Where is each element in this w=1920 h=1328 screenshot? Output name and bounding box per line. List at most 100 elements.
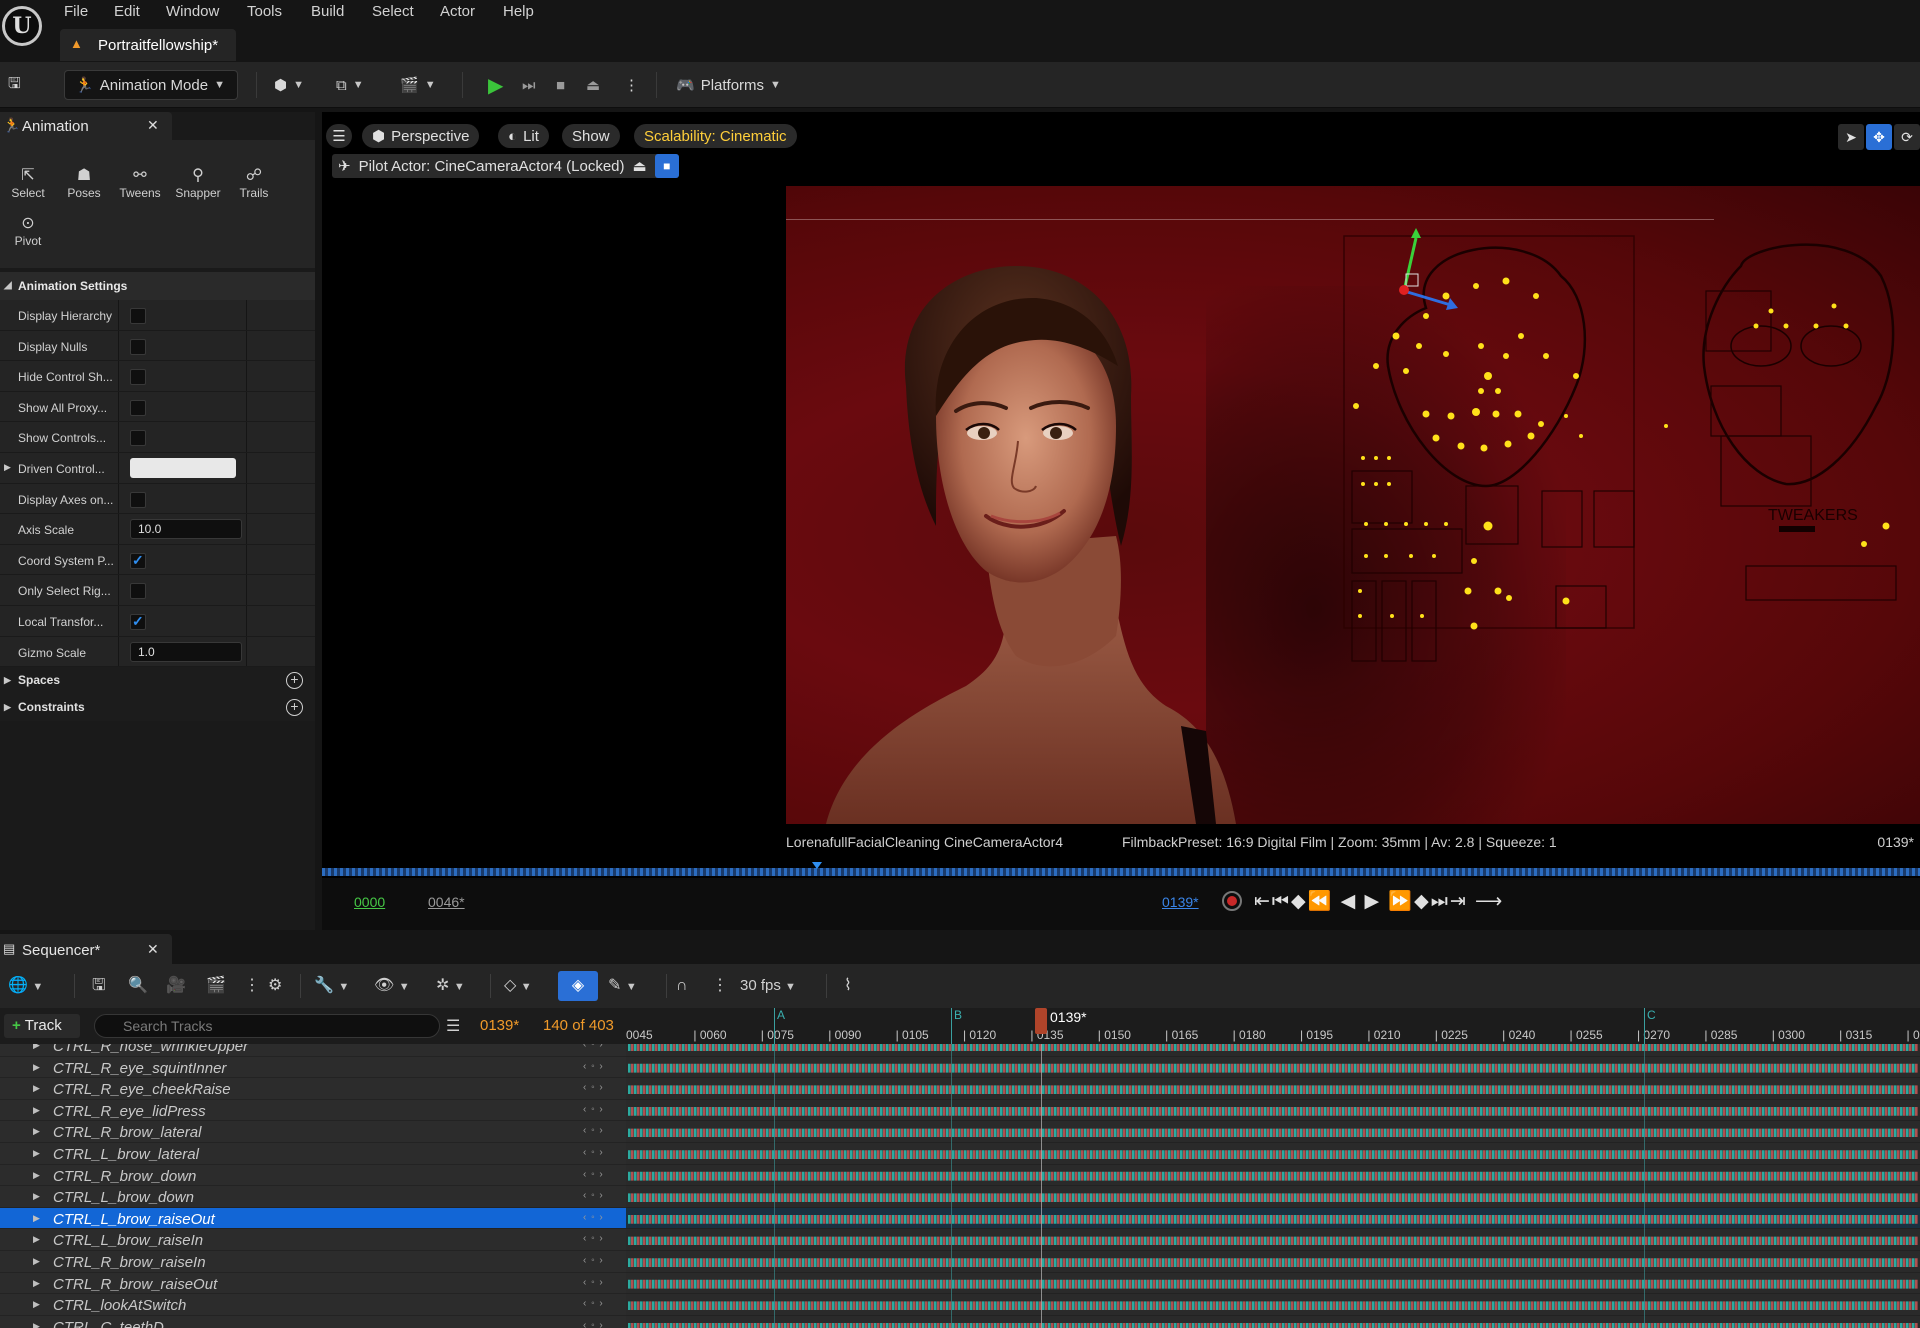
prev-frame-icon[interactable]: ◆	[1291, 891, 1308, 912]
eye-icon[interactable]: 👁 ▼	[374, 974, 410, 998]
gizmo-scale-input[interactable]: 1.0	[130, 641, 242, 662]
key-nav-icon[interactable]: ‹ ◦ ›	[583, 1044, 604, 1050]
keyframes[interactable]	[628, 1150, 1918, 1159]
step-forward-icon[interactable]: ⏩	[1388, 891, 1414, 912]
start-frame[interactable]: 0000	[354, 894, 385, 910]
keyframes[interactable]	[628, 1279, 1918, 1289]
checkbox[interactable]	[130, 338, 146, 355]
animation-settings-header[interactable]: ◢ Animation Settings	[0, 272, 315, 300]
expand-arrow-icon[interactable]: ▶	[33, 1105, 40, 1116]
track-row[interactable]: ▶ CTRL_R_eye_cheekRaise ‹ ◦ ›	[0, 1078, 626, 1100]
menu-select[interactable]: Select	[372, 2, 414, 22]
scrub-head[interactable]	[812, 862, 822, 869]
playhead[interactable]	[1035, 1008, 1047, 1034]
animation-tab[interactable]: 🏃 Animation ✕	[0, 112, 172, 140]
key-nav-icon[interactable]: ‹ ◦ ›	[583, 1212, 604, 1223]
translate-mode-icon[interactable]: ✥	[1866, 124, 1892, 150]
key-nav-icon[interactable]: ‹ ◦ ›	[583, 1104, 604, 1115]
expand-arrow-icon[interactable]: ▶	[33, 1170, 40, 1181]
close-icon[interactable]: ✕	[147, 941, 159, 958]
record-icon[interactable]	[1222, 891, 1242, 911]
group-spaces[interactable]: ▶ Spaces +	[0, 667, 315, 695]
time-ruler[interactable]: 0045 | 0060 | 0075 | 0090 | 0105 | 0120 | 0135…	[626, 1008, 1920, 1044]
more-options-icon[interactable]: ⋮	[244, 974, 260, 998]
expand-arrow-icon[interactable]: ▶	[33, 1321, 40, 1328]
expand-arrow-icon[interactable]: ▶	[33, 1062, 40, 1073]
menu-actor[interactable]: Actor	[440, 2, 475, 22]
key-nav-icon[interactable]: ‹ ◦ ›	[583, 1061, 604, 1072]
blueprint-button[interactable]: ⧉ ▼	[336, 70, 364, 100]
track-row[interactable]: ▶ CTRL_R_brow_raiseOut ‹ ◦ ›	[0, 1272, 626, 1295]
curve-editor-icon[interactable]: ⚙	[268, 974, 282, 998]
tool-tweens[interactable]: ⚯ Tweens	[112, 166, 168, 206]
play-icon[interactable]: ▶	[488, 70, 503, 100]
keyframes[interactable]	[628, 1193, 1918, 1203]
keyframes[interactable]	[628, 1085, 1918, 1095]
jump-end-icon[interactable]: ⏭	[1431, 891, 1450, 912]
mode-selector[interactable]: 🏃 Animation Mode ▼	[64, 70, 238, 100]
checkbox[interactable]	[130, 308, 146, 324]
search-tracks-input[interactable]: Search Tracks	[94, 1014, 440, 1038]
save-sequence-icon[interactable]: 🖫	[92, 974, 106, 998]
expand-arrow-icon[interactable]: ▶	[33, 1278, 40, 1289]
track-row[interactable]: ▶ CTRL_R_eye_lidPress ‹ ◦ ›	[0, 1099, 626, 1122]
close-icon[interactable]: ✕	[147, 117, 159, 134]
checkbox[interactable]	[130, 369, 146, 386]
key-nav-icon[interactable]: ‹ ◦ ›	[583, 1190, 604, 1201]
next-key-icon[interactable]: ◆	[1414, 891, 1431, 912]
key-row[interactable]	[626, 1143, 1920, 1165]
tool-poses[interactable]: ☗ Poses	[56, 166, 112, 206]
select-mode-icon[interactable]: ➤	[1838, 124, 1864, 150]
stop-icon[interactable]: ■	[556, 70, 565, 100]
keyframes[interactable]	[628, 1322, 1918, 1328]
menu-window[interactable]: Window	[166, 2, 219, 22]
key-row[interactable]	[626, 1078, 1920, 1100]
auto-key-icon[interactable]: ◈	[558, 971, 598, 1001]
lit-button[interactable]: ◐ Lit	[498, 124, 549, 148]
key-row[interactable]	[626, 1207, 1920, 1230]
add-icon[interactable]: +	[286, 699, 303, 717]
track-row[interactable]: ▶ CTRL_R_eye_squintInner ‹ ◦ ›	[0, 1056, 626, 1079]
end-frame[interactable]: 0046*	[428, 894, 465, 910]
cinematics-button[interactable]: 🎬 ▼	[400, 70, 436, 100]
expand-arrow-icon[interactable]: ▶	[33, 1191, 40, 1202]
wrench-icon[interactable]: 🔧 ▼	[314, 974, 349, 998]
keyframes[interactable]	[628, 1214, 1918, 1224]
key-nav-icon[interactable]: ‹ ◦ ›	[583, 1320, 604, 1328]
key-nav-icon[interactable]: ‹ ◦ ›	[583, 1125, 604, 1136]
key-nav-icon[interactable]: ‹ ◦ ›	[583, 1255, 604, 1266]
checkbox[interactable]	[130, 583, 146, 600]
viewport-menu-button[interactable]: ☰	[326, 124, 352, 148]
add-actor-button[interactable]: ⬢ ▼	[274, 70, 304, 100]
step-frame-icon[interactable]: ⏭	[522, 70, 536, 100]
filter-icon[interactable]: ☰	[446, 1016, 460, 1036]
camera-frame[interactable]: TWEAKERS	[786, 186, 1920, 824]
pencil-icon[interactable]: ✎ ▼	[608, 974, 637, 998]
expand-arrow-icon[interactable]: ▶	[33, 1234, 40, 1245]
rotate-mode-icon[interactable]: ⟳	[1894, 124, 1920, 150]
keyframes[interactable]	[628, 1258, 1918, 1267]
add-track-button[interactable]: + Track	[4, 1014, 80, 1038]
group-constraints[interactable]: ▶ Constraints +	[0, 694, 315, 722]
viewport-scrub-bar[interactable]	[322, 868, 1920, 876]
key-nav-icon[interactable]: ‹ ◦ ›	[583, 1082, 604, 1093]
key-row[interactable]	[626, 1316, 1920, 1328]
track-row[interactable]: ▶ CTRL_L_brow_lateral ‹ ◦ ›	[0, 1142, 626, 1165]
camera-track-icon[interactable]: 🎥	[166, 974, 186, 998]
prev-key-icon[interactable]: ⏮	[1272, 891, 1291, 912]
play-reverse-icon[interactable]: ◀	[1341, 891, 1358, 912]
expand-arrow-icon[interactable]: ▶	[33, 1083, 40, 1094]
current-frame-readout[interactable]: 0139*	[480, 1017, 519, 1034]
expand-arrow-icon[interactable]: ▶	[33, 1213, 40, 1224]
keyframes[interactable]	[628, 1106, 1918, 1116]
track-row[interactable]: ▶ CTRL_L_brow_down ‹ ◦ ›	[0, 1186, 626, 1208]
marker-a[interactable]: A	[777, 1008, 785, 1022]
playback-controls[interactable]: ⇤⏮◆⏪ ◀ ▶ ⏩◆⏭⇥ ⟶	[1254, 889, 1504, 913]
menu-help[interactable]: Help	[503, 2, 534, 22]
keyframes[interactable]	[628, 1044, 1918, 1051]
eject-icon[interactable]: ⏏	[586, 70, 600, 100]
menu-edit[interactable]: Edit	[114, 2, 140, 22]
key-row[interactable]	[626, 1186, 1920, 1208]
unreal-logo-icon[interactable]: U	[2, 6, 42, 46]
keyframes[interactable]	[628, 1063, 1918, 1073]
